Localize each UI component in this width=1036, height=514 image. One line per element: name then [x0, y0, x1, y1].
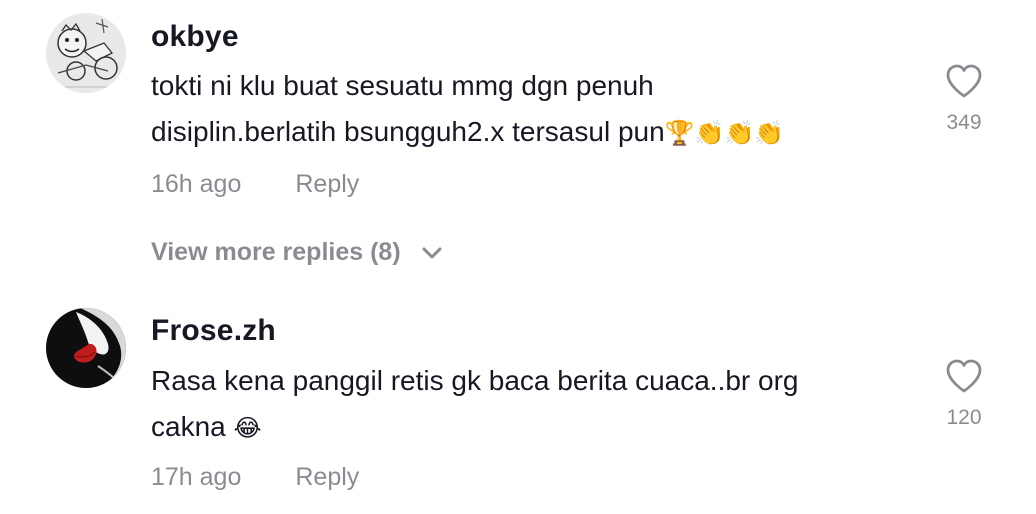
emoji-trophy-clap: 🏆👏👏👏 [664, 119, 785, 147]
comment-meta: 16h ago Reply [151, 170, 359, 199]
reply-button[interactable]: Reply [295, 170, 359, 198]
comment-text: Rasa kena panggil retis gk baca berita c… [151, 358, 891, 451]
comment-timestamp: 16h ago [151, 170, 242, 198]
username[interactable]: Frose.zh [151, 314, 276, 348]
avatar[interactable] [46, 308, 126, 388]
comment-text-line: Rasa kena panggil retis gk baca berita c… [151, 365, 799, 396]
comment-meta: 17h ago Reply [151, 463, 359, 492]
chevron-down-icon [422, 247, 442, 259]
reply-button[interactable]: Reply [295, 463, 359, 491]
like-button[interactable]: 349 [936, 63, 992, 135]
avatar[interactable] [46, 13, 126, 93]
comment-text-line: tokti ni klu buat sesuatu mmg dgn penuh [151, 70, 654, 101]
view-more-replies-button[interactable]: View more replies (8) [151, 238, 442, 267]
like-count: 120 [946, 406, 982, 429]
comment-text: tokti ni klu buat sesuatu mmg dgn penuh … [151, 63, 891, 156]
face-red-lips-avatar-icon [46, 308, 126, 388]
comment-item: Frose.zh Rasa kena panggil retis gk baca… [0, 290, 1036, 514]
comment-item: okbye tokti ni klu buat sesuatu mmg dgn … [0, 0, 1036, 220]
comment-text-segment: cakna [151, 411, 226, 442]
comment-text-line: disiplin.berlatih bsungguh2.x tersasul p… [151, 109, 891, 156]
comment-text-line: cakna 😂 [151, 404, 891, 451]
view-more-replies-label: View more replies (8) [151, 238, 401, 266]
cartoon-sketch-avatar-icon [46, 13, 126, 93]
comment-text-segment: disiplin.berlatih bsungguh2.x tersasul p… [151, 116, 665, 147]
heart-icon[interactable] [945, 63, 983, 99]
comment-timestamp: 17h ago [151, 463, 242, 491]
heart-icon[interactable] [945, 358, 983, 394]
like-button[interactable]: 120 [936, 358, 992, 430]
emoji-tears-of-joy: 😂 [233, 414, 262, 442]
username[interactable]: okbye [151, 20, 239, 54]
like-count: 349 [946, 111, 982, 134]
